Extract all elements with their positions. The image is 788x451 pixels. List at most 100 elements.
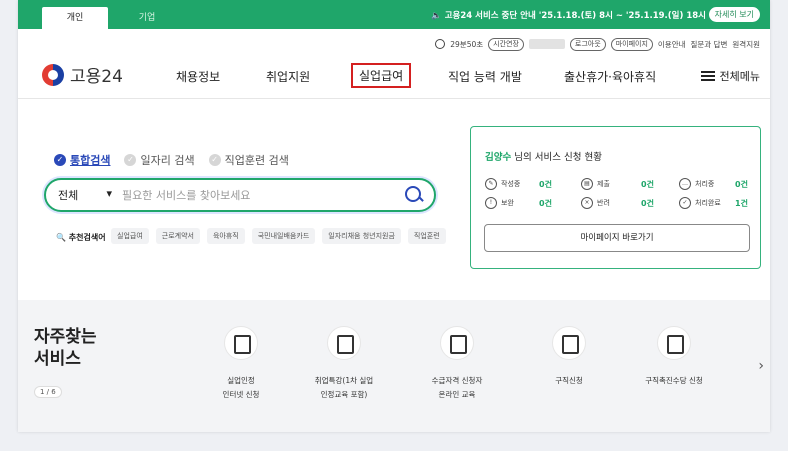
- logout-button[interactable]: 로그아웃: [569, 37, 606, 51]
- stat-count: 0건: [539, 198, 552, 208]
- stat-count: 0건: [539, 179, 552, 189]
- stat-label: 처리중: [695, 180, 715, 188]
- service-employment-lecture[interactable]: 취업특강(1차 실업인정교육 포함): [289, 326, 399, 402]
- pencil-icon: ✎: [485, 178, 497, 190]
- recommended-keywords: 실업급여 근로계약서 육아휴직 국민내일배움카드 일자리채움 청년지원금 직업훈…: [111, 228, 451, 244]
- status-title: 김양수 님의 서비스 신청 현황: [485, 149, 602, 163]
- keyword-chip[interactable]: 근로계약서: [155, 228, 200, 244]
- user-name: 김양수: [485, 152, 512, 163]
- all-menu-label: 전체메뉴: [719, 70, 760, 83]
- all-menu-button[interactable]: 전체메뉴: [700, 68, 760, 84]
- service-label: 온라인 교육: [438, 390, 476, 399]
- site-logo[interactable]: 고용24: [42, 62, 123, 87]
- session-timer: 29분50초: [450, 39, 484, 49]
- stat-label: 반려: [597, 199, 610, 207]
- keyword-chip[interactable]: 국민내일배움카드: [251, 228, 316, 244]
- extend-session-button[interactable]: 시간연장: [488, 37, 524, 51]
- service-label: 취업특강(1차 실업: [314, 376, 374, 385]
- notice-detail-button[interactable]: 자세히 보기: [708, 7, 760, 22]
- stat-count: 0건: [641, 198, 654, 208]
- logo-icon: [42, 63, 64, 86]
- stat-drafting[interactable]: ✎ 작성중 0건: [485, 178, 552, 190]
- frequent-services: 자주찾는 서비스 1 / 6 실업인정인터넷 신청 취업특강(1차 실업인정교육…: [18, 300, 770, 432]
- radio-integrated-search[interactable]: ✓ 통합검색: [54, 152, 110, 168]
- mypage-link[interactable]: 마이페이지: [610, 37, 653, 51]
- check-icon: ✓: [124, 154, 137, 166]
- tab-business[interactable]: 기업: [114, 7, 180, 29]
- nav-vocational-training[interactable]: 직업 능력 개발: [448, 68, 522, 85]
- service-label: 구직신청: [555, 376, 583, 385]
- stat-count: 0건: [735, 179, 748, 189]
- stat-label: 제출: [597, 180, 610, 188]
- nav-unemployment-benefit[interactable]: 실업급여: [351, 63, 412, 88]
- document-icon: [224, 326, 258, 360]
- x-circle-icon: ×: [581, 197, 593, 209]
- top-bar: 개인 기업 🔈 고용24 서비스 중단 안내 '25.1.18.(토) 8시 ~…: [18, 0, 770, 29]
- services-pager: 1 / 6: [34, 386, 62, 398]
- services-title: 자주찾는 서비스: [34, 326, 97, 370]
- keyword-chip[interactable]: 일자리채움 청년지원금: [322, 228, 401, 244]
- stat-completed[interactable]: ✓ 처리완료 1건: [679, 197, 748, 209]
- radio-job-search[interactable]: ✓ 일자리 검색: [124, 152, 195, 168]
- search-type-radios: ✓ 통합검색 ✓ 일자리 검색 ✓ 직업훈련 검색: [54, 152, 289, 168]
- monitor-icon: [440, 326, 474, 360]
- header-divider: [18, 98, 770, 99]
- scope-value: 전체: [58, 189, 79, 202]
- stat-supplement[interactable]: ! 보완 0건: [485, 197, 552, 209]
- status-title-suffix: 님의 서비스 신청 현황: [511, 152, 602, 163]
- stat-label: 작성중: [501, 180, 521, 188]
- hamburger-icon: [700, 71, 715, 81]
- check-icon: ✓: [54, 154, 66, 166]
- recommended-keywords-label: 🔍 추천검색어: [56, 233, 106, 242]
- check-icon: ✓: [208, 154, 221, 166]
- remote-support-link[interactable]: 원격지원: [732, 39, 760, 50]
- nav-jobs[interactable]: 채용정보: [176, 68, 220, 85]
- service-label: 인정교육 포함): [320, 390, 368, 399]
- service-notice[interactable]: 🔈 고용24 서비스 중단 안내 '25.1.18.(토) 8시 ~ '25.1…: [431, 9, 706, 21]
- exclamation-icon: !: [485, 197, 497, 209]
- radio-training-search[interactable]: ✓ 직업훈련 검색: [208, 152, 289, 168]
- service-label: 실업인정: [227, 376, 255, 385]
- keyword-chip[interactable]: 실업급여: [111, 228, 149, 244]
- guide-link[interactable]: 이용안내: [658, 39, 686, 50]
- qna-link[interactable]: 질문과 답변: [691, 39, 728, 50]
- nav-employment-support[interactable]: 취업지원: [266, 68, 310, 85]
- service-status-card: 김양수 님의 서비스 신청 현황 ✎ 작성중 0건 ▤ 제출 0건 … 처리중 0건 ! 보완…: [470, 126, 761, 269]
- search-scope-select[interactable]: 전체 ▾: [46, 187, 120, 203]
- stat-count: 1건: [735, 198, 748, 208]
- person-icon: [552, 326, 586, 360]
- keyword-chip[interactable]: 직업훈련: [407, 228, 446, 244]
- check-circle-icon: ✓: [679, 197, 691, 209]
- presentation-icon: [327, 326, 361, 360]
- search-icon[interactable]: [404, 185, 424, 205]
- submit-icon: ▤: [581, 178, 593, 190]
- rec-label-text: 추천검색어: [68, 233, 106, 242]
- mypage-shortcut-button[interactable]: 마이페이지 바로가기: [484, 224, 750, 252]
- service-job-application[interactable]: 구직신청: [514, 326, 624, 388]
- tab-personal[interactable]: 개인: [42, 7, 108, 29]
- radio-label: 일자리 검색: [140, 154, 195, 167]
- service-job-promotion-allowance[interactable]: 구직촉진수당 신청: [619, 326, 729, 388]
- utility-bar: 29분50초 시간연장 로그아웃 마이페이지 이용안내 질문과 답변 원격지원: [435, 37, 760, 51]
- stat-label: 보완: [501, 199, 514, 207]
- logo-text: 고용24: [70, 67, 123, 87]
- stat-submitted[interactable]: ▤ 제출 0건: [581, 178, 654, 190]
- service-label: 구직촉진수당 신청: [645, 376, 703, 385]
- browser-page: 개인 기업 🔈 고용24 서비스 중단 안내 '25.1.18.(토) 8시 ~…: [18, 0, 770, 432]
- search-input[interactable]: [120, 187, 404, 203]
- search-box: 전체 ▾: [44, 178, 436, 212]
- stat-label: 처리완료: [695, 199, 721, 207]
- service-online-education[interactable]: 수급자격 신청자온라인 교육: [402, 326, 512, 402]
- user-name-masked: [528, 39, 565, 49]
- nav-parental-leave[interactable]: 출산휴가·육아휴직: [564, 68, 656, 85]
- services-title-line2: 서비스: [34, 349, 81, 369]
- service-label: 인터넷 신청: [222, 390, 260, 399]
- service-unemployment-certification[interactable]: 실업인정인터넷 신청: [186, 326, 296, 402]
- dropdown-arrow-icon: ▾: [106, 187, 112, 200]
- chevron-right-icon[interactable]: ›: [758, 358, 764, 374]
- service-label: 수급자격 신청자: [431, 376, 483, 385]
- radio-label: 직업훈련 검색: [224, 154, 289, 167]
- stat-rejected[interactable]: × 반려 0건: [581, 197, 654, 209]
- stat-processing[interactable]: … 처리중 0건: [679, 178, 748, 190]
- keyword-chip[interactable]: 육아휴직: [206, 228, 245, 244]
